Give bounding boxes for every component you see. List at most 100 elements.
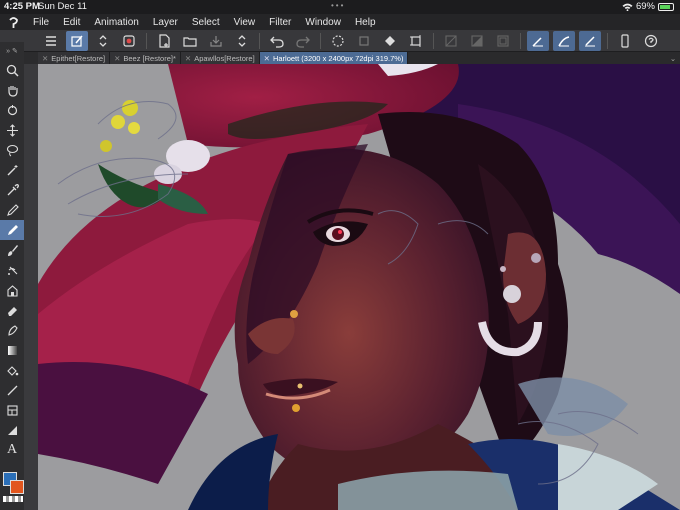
tool-pencil[interactable] <box>0 220 24 240</box>
snap-special-ruler-icon <box>558 35 570 46</box>
menu-help[interactable]: Help <box>348 17 383 28</box>
tool-move[interactable] <box>0 120 24 140</box>
tab-harloett[interactable]: ✕ Harloett (3200 x 2400px 72dpi 319.7%) <box>259 52 409 64</box>
loading-button[interactable] <box>327 31 349 51</box>
chevron-up-down-icon <box>238 34 246 47</box>
fill-button[interactable] <box>379 31 401 51</box>
record-icon <box>123 34 135 47</box>
save-options-button[interactable] <box>231 31 253 51</box>
tool-eyedropper[interactable] <box>0 180 24 200</box>
tool-frame[interactable] <box>0 400 24 420</box>
palette-edge <box>24 64 38 510</box>
menu-filter[interactable]: Filter <box>262 17 298 28</box>
tool-palette: » ✎ A <box>0 42 24 510</box>
new-canvas-button[interactable] <box>153 31 175 51</box>
drawing-canvas[interactable] <box>38 64 680 510</box>
color-indicator[interactable] <box>3 472 24 502</box>
smartphone-button[interactable] <box>614 31 636 51</box>
tool-magic-wand[interactable] <box>0 160 24 180</box>
menu-view[interactable]: View <box>227 17 263 28</box>
menu-file[interactable]: File <box>26 17 56 28</box>
lasso-icon <box>6 144 18 156</box>
redo-button[interactable] <box>292 31 314 51</box>
tool-lasso[interactable] <box>0 140 24 160</box>
battery-percent: 69% <box>635 1 655 12</box>
tool-airbrush[interactable] <box>0 260 24 280</box>
tool-brush[interactable] <box>0 240 24 260</box>
collapse-arrows-icon[interactable]: » <box>6 48 10 55</box>
tool-zoom[interactable] <box>0 60 24 80</box>
tool-fill[interactable] <box>0 360 24 380</box>
pencil-icon <box>7 224 18 235</box>
snap-grid-icon <box>585 35 595 46</box>
transform-button[interactable] <box>405 31 427 51</box>
invert-selection-button[interactable] <box>466 31 488 51</box>
selection-border-button[interactable] <box>492 31 514 51</box>
zoom-icon <box>6 64 19 77</box>
fill-icon <box>6 365 18 376</box>
invert-selection-icon <box>471 34 483 47</box>
airbrush-icon <box>7 266 17 275</box>
deselect-icon <box>445 34 457 47</box>
frame-icon <box>6 404 18 416</box>
tool-text[interactable]: A <box>0 440 24 460</box>
multitasking-dots-icon[interactable]: ••• <box>331 1 345 10</box>
selection-border-icon <box>497 34 509 47</box>
pen-icon <box>6 203 19 216</box>
folder-icon <box>183 36 197 47</box>
close-tab-icon[interactable]: ✕ <box>42 54 48 63</box>
edit-pen-icon <box>71 35 83 47</box>
tool-eraser[interactable] <box>0 300 24 320</box>
tool-line[interactable] <box>0 380 24 400</box>
text-icon: A <box>6 442 18 457</box>
ruler-icon <box>7 425 17 435</box>
close-tab-icon[interactable]: ✕ <box>114 54 120 63</box>
tool-palette-header: » ✎ <box>0 42 24 60</box>
clear-button[interactable] <box>353 31 375 51</box>
magic-wand-icon <box>7 164 17 175</box>
tool-gradient[interactable] <box>0 340 24 360</box>
hand-icon <box>7 85 18 97</box>
transparent-color-swatch[interactable] <box>3 496 23 502</box>
tool-rotate[interactable] <box>0 100 24 120</box>
help-button[interactable] <box>640 31 662 51</box>
hamburger-menu-button[interactable] <box>40 31 62 51</box>
snap-ruler-button[interactable] <box>527 30 549 51</box>
help-icon <box>644 34 658 47</box>
menu-window[interactable]: Window <box>298 17 348 28</box>
menu-edit[interactable]: Edit <box>56 17 87 28</box>
tool-blend[interactable] <box>0 320 24 340</box>
spinner-icon <box>332 34 344 47</box>
snap-ruler-icon <box>532 36 543 47</box>
menu-select[interactable]: Select <box>185 17 227 28</box>
clip-studio-logo-icon[interactable] <box>0 14 26 30</box>
tool-pen[interactable] <box>0 200 24 220</box>
status-time: 4:25 PM <box>4 1 40 12</box>
tab-apawllos[interactable]: ✕ Apawllos[Restore] <box>180 52 260 64</box>
tool-hand[interactable] <box>0 80 24 100</box>
tool-decoration[interactable] <box>0 280 24 300</box>
record-button[interactable] <box>118 31 140 51</box>
chevron-down-icon[interactable]: ⌄ <box>666 52 680 64</box>
tab-epithet[interactable]: ✕ Epithet[Restore] <box>38 52 111 64</box>
artwork-portrait <box>38 64 680 510</box>
menu-layer[interactable]: Layer <box>146 17 185 28</box>
snap-grid-button[interactable] <box>579 30 601 51</box>
deselect-button[interactable] <box>440 31 462 51</box>
close-tab-icon[interactable]: ✕ <box>264 54 270 63</box>
wifi-icon <box>622 3 633 11</box>
open-button[interactable] <box>179 31 201 51</box>
pen-small-icon[interactable]: ✎ <box>12 47 18 55</box>
menu-animation[interactable]: Animation <box>87 17 145 28</box>
edit-mode-button[interactable] <box>66 30 88 51</box>
save-icon <box>210 35 222 47</box>
close-tab-icon[interactable]: ✕ <box>185 54 191 63</box>
undo-button[interactable] <box>266 31 288 51</box>
sub-color-swatch[interactable] <box>10 480 24 494</box>
gradient-icon <box>7 345 17 355</box>
snap-special-ruler-button[interactable] <box>553 30 575 51</box>
tab-beez[interactable]: ✕ Beez [Restore]* <box>110 52 181 64</box>
mode-toggle-button[interactable] <box>92 31 114 51</box>
save-button[interactable] <box>205 31 227 51</box>
tool-ruler[interactable] <box>0 420 24 440</box>
